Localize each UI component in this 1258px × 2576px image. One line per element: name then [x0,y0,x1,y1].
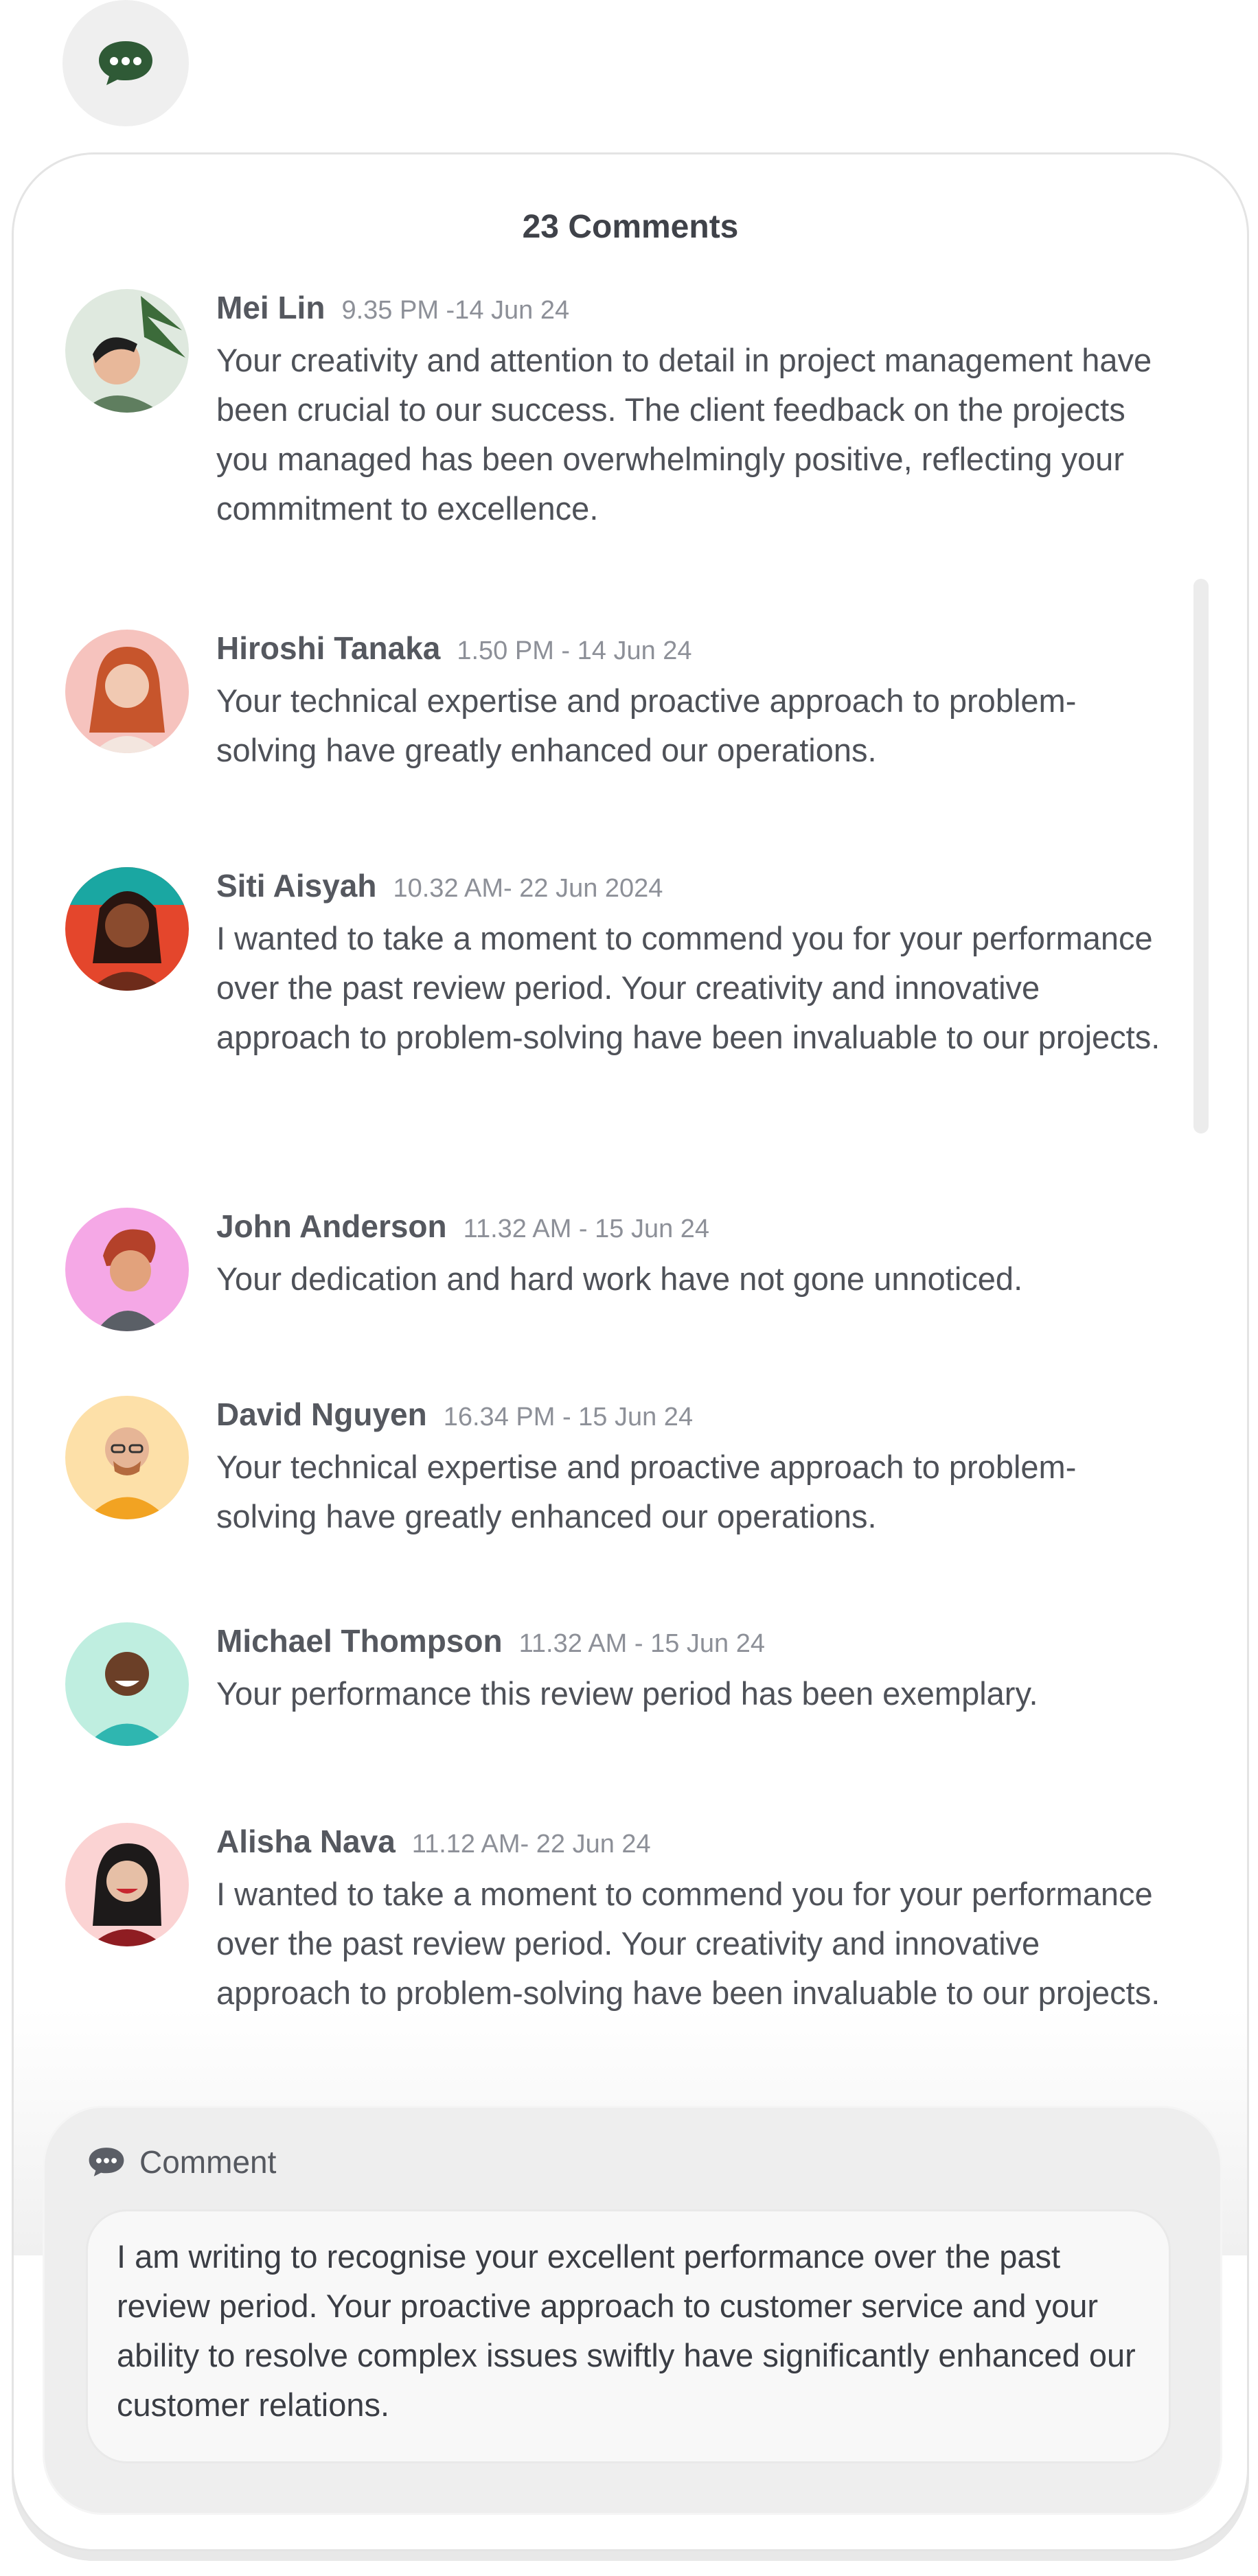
comment-author: Michael Thompson [216,1623,503,1659]
comment-timestamp: 9.35 PM -14 Jun 24 [341,296,570,325]
chat-bubble-icon [89,2148,124,2176]
chat-bubble-icon [99,41,152,85]
comment-text: Your creativity and attention to detail … [216,342,1152,527]
comments-panel: 23 Comments Mei Lin 9.35 PM -14 Jun 24 Y… [12,152,1249,2551]
avatar [65,630,189,753]
avatar [65,867,189,991]
scrollbar[interactable] [1193,579,1209,1134]
comment-text: Your technical expertise and proactive a… [216,1449,1077,1534]
composer-header: Comment [87,2143,276,2181]
comment-timestamp: 10.32 AM- 22 Jun 2024 [393,874,663,903]
comment-timestamp: 11.12 AM- 22 Jun 24 [411,1830,651,1859]
comment-item: John Anderson 11.32 AM - 15 Jun 24 Your … [65,1208,1164,1331]
comment-text: Your dedication and hard work have not g… [216,1261,1023,1297]
comment-item: Michael Thompson 11.32 AM - 15 Jun 24 Yo… [65,1622,1164,1746]
comment-item: Siti Aisyah 10.32 AM- 22 Jun 2024 I want… [65,867,1164,1062]
comment-timestamp: 11.32 AM - 15 Jun 24 [463,1215,710,1243]
comment-text: I wanted to take a moment to commend you… [216,1876,1160,2011]
comments-toggle-button[interactable] [62,0,189,126]
comment-text: Your technical expertise and proactive a… [216,682,1077,768]
avatar [65,1208,189,1331]
comment-item: Hiroshi Tanaka 1.50 PM - 14 Jun 24 Your … [65,630,1164,775]
comment-item: Mei Lin 9.35 PM -14 Jun 24 Your creativi… [65,289,1164,533]
avatar [65,1396,189,1519]
comment-timestamp: 16.34 PM - 15 Jun 24 [443,1403,694,1431]
comment-timestamp: 11.32 AM - 15 Jun 24 [518,1629,766,1658]
comment-author: Alisha Nava [216,1824,396,1859]
comment-timestamp: 1.50 PM - 14 Jun 24 [457,636,692,665]
comment-text: I wanted to take a moment to commend you… [216,920,1160,1055]
comment-input[interactable]: I am writing to recognise your excellent… [86,2209,1171,2463]
comment-text: Your performance this review period has … [216,1675,1038,1712]
comments-count-title: 23 Comments [522,209,739,245]
comment-author: Hiroshi Tanaka [216,630,441,666]
comment-author: John Anderson [216,1208,447,1244]
comment-author: David Nguyen [216,1396,427,1432]
comment-author: Siti Aisyah [216,868,377,904]
avatar [65,1622,189,1746]
comment-author: Mei Lin [216,290,325,325]
avatar [65,289,189,413]
comment-composer: Comment I am writing to recognise your e… [43,2106,1222,2515]
comment-item: Alisha Nava 11.12 AM- 22 Jun 24 I wanted… [65,1823,1164,2018]
comment-item: David Nguyen 16.34 PM - 15 Jun 24 Your t… [65,1396,1164,1541]
composer-label: Comment [139,2144,277,2180]
avatar [65,1823,189,1946]
